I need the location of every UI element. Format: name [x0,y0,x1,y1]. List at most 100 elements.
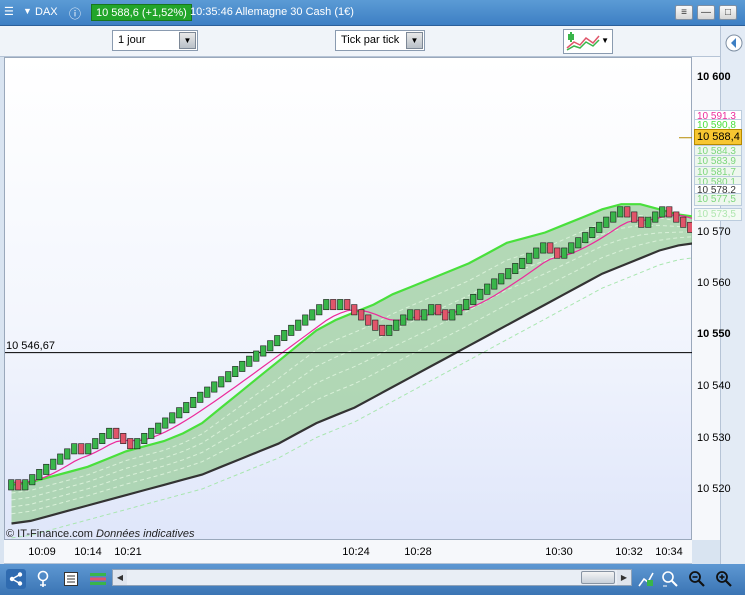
renko-brick-up [491,278,498,290]
renko-brick-up [463,299,470,311]
renko-brick-up [400,314,407,326]
renko-brick-up [71,443,78,455]
renko-brick-down [330,299,337,311]
copyright-text: © IT-Finance.com [6,528,93,540]
renko-brick-up [246,355,253,367]
renko-brick-down [379,324,386,336]
x-tick-label: 10:21 [114,546,142,558]
renko-brick-up [162,417,169,429]
renko-brick-up [617,206,624,218]
scroll-left-icon[interactable]: ◀ [113,570,127,585]
zoom-out-icon[interactable] [687,569,707,589]
renko-brick-down [351,304,358,316]
renko-brick-up [141,433,148,444]
menu-icon-button[interactable]: ≡ [675,5,693,20]
x-tick-label: 10:34 [655,546,683,558]
renko-brick-up [225,371,232,383]
period-value: 1 jour [118,34,146,46]
scroll-right-icon[interactable]: ▶ [617,570,631,585]
x-tick-label: 10:09 [28,546,56,558]
list-icon[interactable] [61,569,81,589]
renko-brick-down [15,479,22,491]
renko-brick-up [505,268,512,280]
renko-brick-up [57,453,64,465]
renko-brick-down [680,216,687,228]
renko-brick-up [22,479,29,491]
renko-brick-down [435,304,442,316]
renko-brick-up [295,319,302,331]
y-tick-label: 10 560 [697,277,731,289]
chart-scrollbar[interactable]: ◀ ▶ [112,569,632,586]
renko-brick-up [29,474,36,486]
renko-brick-up [267,340,274,352]
x-tick-label: 10:14 [74,546,102,558]
renko-brick-up [610,211,617,223]
renko-brick-up [218,376,225,388]
renko-brick-up [540,242,547,254]
renko-brick-up [190,396,197,408]
chevron-down-icon[interactable]: ▼ [406,32,423,49]
x-tick-label: 10:28 [404,546,432,558]
renko-brick-up [64,448,71,460]
maximize-icon[interactable]: □ [719,5,737,20]
renko-brick-up [421,309,428,321]
renko-brick-up [603,216,610,228]
renko-brick-down [78,443,85,455]
renko-brick-up [568,242,575,254]
renko-brick-up [575,237,582,249]
symbol-label[interactable]: DAX [35,6,58,18]
renko-brick-up [596,221,603,233]
renko-brick-down [372,319,379,331]
renko-brick-up [134,438,141,450]
info-icon[interactable]: ⓘ [69,5,81,22]
renko-brick-up [106,427,113,439]
renko-brick-up [253,350,260,362]
reference-line-label: 10 546,67 [6,340,55,352]
indicators-button[interactable]: ▼ [563,29,613,54]
renko-brick-up [428,304,435,316]
alert-icon[interactable] [34,569,54,589]
drawing-tools-icon[interactable] [636,569,656,589]
x-tick-label: 10:30 [545,546,573,558]
chart-plot-area[interactable] [4,57,701,540]
x-tick-label: 10:24 [342,546,370,558]
renko-brick-down [638,216,645,228]
renko-brick-up [50,458,57,470]
scrollbar-thumb[interactable] [581,571,615,584]
zoom-in-icon[interactable] [714,569,734,589]
last-price-tag: 10 588,4 [694,129,742,145]
renko-brick-up [407,309,414,321]
renko-brick-up [169,412,176,424]
minimize-icon[interactable]: — [697,5,715,20]
menu-icon[interactable]: ☰ [4,5,14,18]
orders-icon[interactable] [88,569,108,589]
renko-brick-down [120,433,127,444]
renko-brick-up [43,463,50,475]
window-title: 10:35:46 Allemagne 30 Cash (1€) [190,6,354,18]
renko-brick-down [113,427,120,439]
renko-brick-up [533,247,540,259]
renko-chart [5,137,701,539]
share-icon[interactable] [6,569,26,589]
chevron-down-icon[interactable]: ▼ [601,36,609,45]
y-tick-label: 10 570 [697,226,731,238]
renko-brick-up [470,294,477,305]
renko-brick-up [99,433,106,444]
renko-brick-up [288,324,295,336]
renko-brick-up [85,443,92,455]
renko-brick-up [323,299,330,311]
symbol-dropdown-icon[interactable]: ▼ [23,6,32,16]
chevron-down-icon[interactable]: ▼ [179,32,196,49]
renko-brick-up [36,469,43,480]
renko-brick-up [386,324,393,336]
indicators-icon [566,32,600,51]
y-tick-label: 10 600 [697,71,731,83]
renko-brick-up [92,438,99,450]
renko-brick-up [204,386,211,398]
auto-zoom-icon[interactable] [660,569,680,589]
collapse-panel-icon[interactable] [724,33,744,53]
chart-mode-dropdown[interactable]: Tick par tick ▼ [335,30,425,51]
renko-brick-up [155,422,162,434]
copyright-notice: © IT-Finance.com Données indicatives [6,528,194,540]
period-dropdown[interactable]: 1 jour ▼ [112,30,198,51]
